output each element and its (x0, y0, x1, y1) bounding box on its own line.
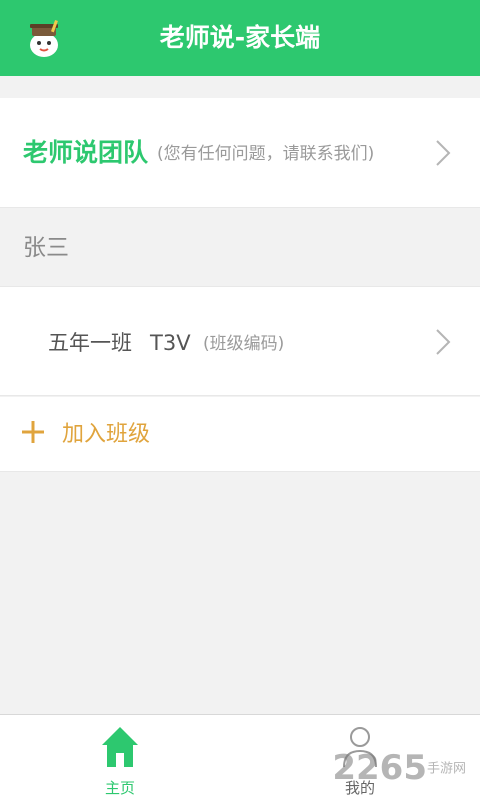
class-row[interactable]: 五年一班 T3V (班级编码) (0, 286, 480, 396)
page-title: 老师说-家长端 (159, 23, 321, 52)
team-hint: (您有任何问题，请联系我们) (157, 144, 375, 164)
contact-team-row[interactable]: 老师说团队 (您有任何问题，请联系我们) (0, 98, 480, 208)
watermark-brand: 2265 (332, 748, 427, 788)
watermark-suffix: 手游网 (426, 761, 466, 777)
class-code-label: (班级编码) (203, 334, 285, 354)
chevron-right-icon (436, 140, 451, 166)
chevron-right-icon (436, 329, 451, 355)
watermark: 2265手游网 (332, 748, 466, 788)
home-icon (102, 727, 138, 767)
team-name: 老师说团队 (23, 138, 149, 167)
join-class-label: 加入班级 (62, 422, 151, 447)
student-name: 张三 (23, 235, 69, 261)
plus-icon (22, 421, 44, 443)
tab-home[interactable]: 主页 (0, 715, 240, 800)
class-code: T3V (150, 331, 191, 355)
tab-home-label: 主页 (104, 779, 135, 797)
class-name: 五年一班 (48, 331, 132, 355)
app-header: 老师说-家长端 (0, 0, 480, 76)
join-class-button[interactable]: 加入班级 (0, 397, 480, 472)
